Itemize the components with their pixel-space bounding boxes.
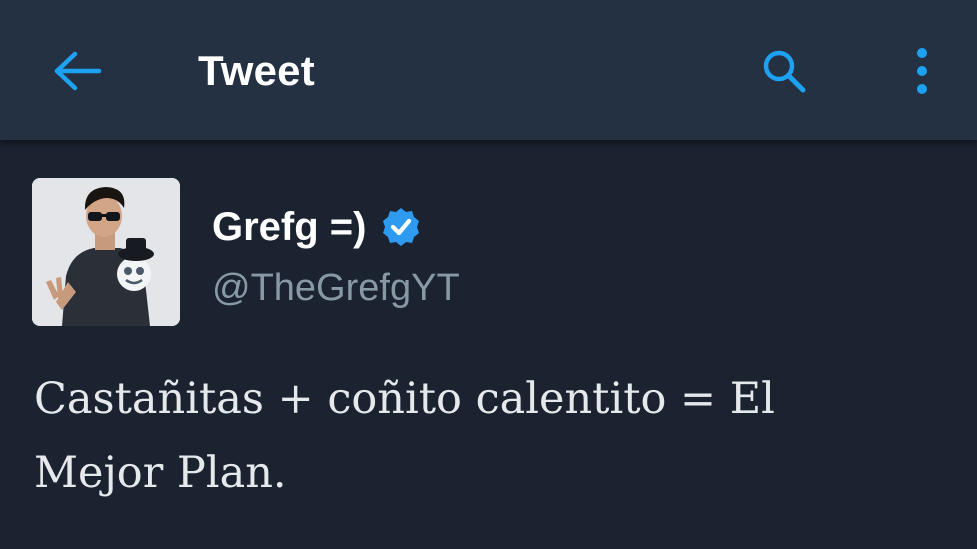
page-title: Tweet — [198, 47, 315, 94]
author-name-row: Grefg =) — [212, 198, 422, 256]
tweet-text-line-1: Castañitas + coñito calentito = El — [34, 374, 775, 424]
tweet-card: Grefg =) @TheGrefgYT Castañitas + coñito… — [0, 140, 977, 549]
search-button[interactable] — [752, 40, 816, 102]
tweet-text: Castañitas + coñito calentito = El Mejor… — [34, 362, 934, 510]
verified-badge-icon — [380, 206, 422, 248]
back-button[interactable] — [46, 44, 108, 98]
arrow-left-icon — [54, 51, 102, 91]
overflow-menu-button[interactable] — [898, 40, 946, 102]
avatar[interactable] — [32, 178, 180, 326]
top-app-bar: Tweet — [0, 0, 977, 140]
tweet-text-line-2: Mejor Plan. — [34, 448, 287, 498]
author-display-name[interactable]: Grefg =) — [212, 198, 366, 256]
vertical-dots-icon — [917, 48, 927, 94]
author-handle[interactable]: @TheGrefgYT — [212, 262, 460, 314]
search-icon — [763, 50, 806, 93]
tweet-detail-screen: Tweet Grefg =) @TheGrefgYT Castañitas + … — [0, 0, 977, 549]
avatar-photo — [32, 178, 180, 326]
